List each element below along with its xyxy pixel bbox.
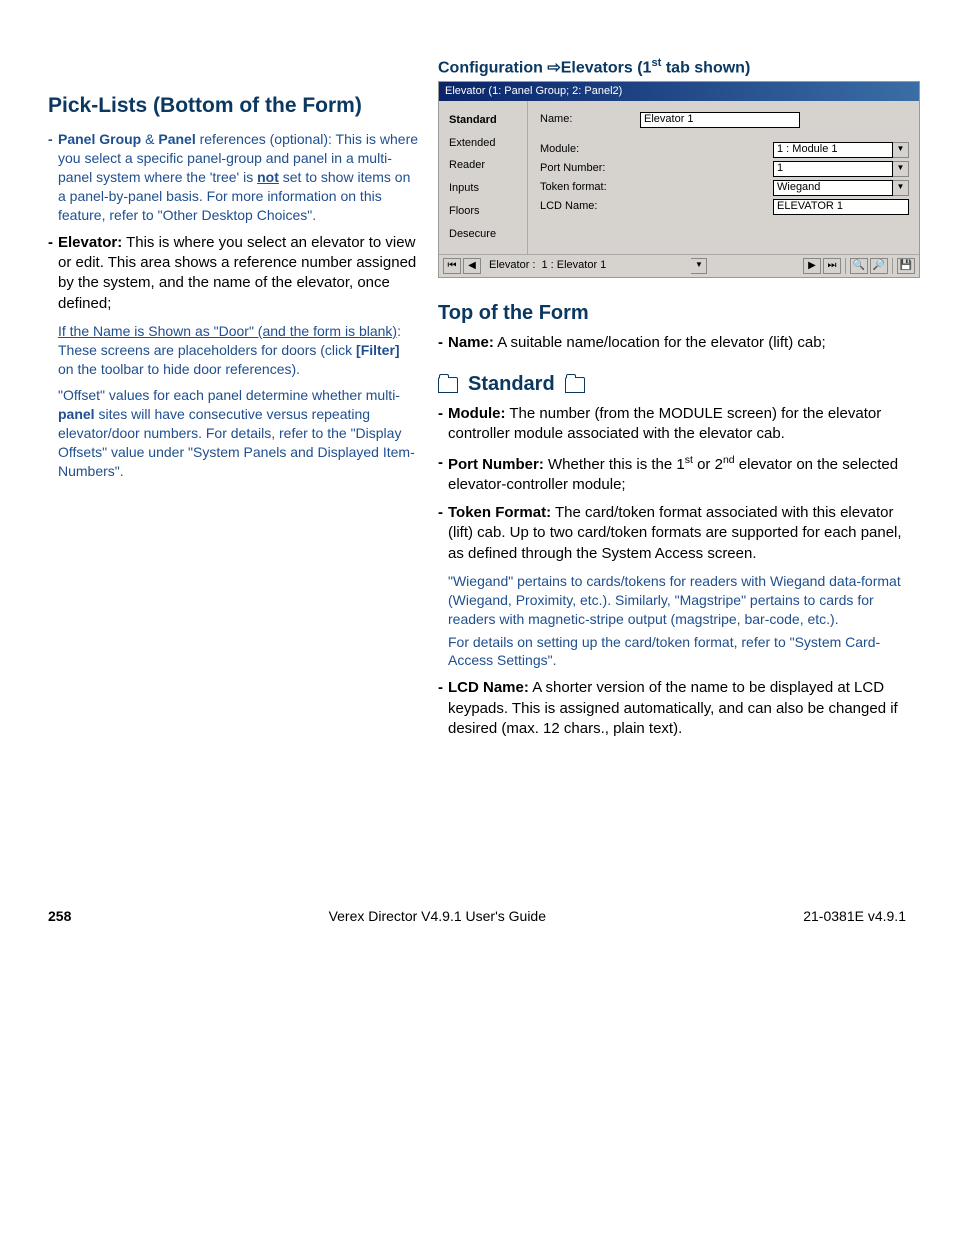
top-form-heading: Top of the Form bbox=[438, 300, 920, 327]
tab-reader[interactable]: Reader bbox=[447, 154, 523, 177]
left-column: Pick-Lists (Bottom of the Form) - Panel … bbox=[48, 56, 418, 747]
nav-next-icon[interactable]: ▶ bbox=[803, 258, 821, 274]
wiegand-note: "Wiegand" pertains to cards/tokens for r… bbox=[438, 572, 920, 629]
lcd-field[interactable]: ELEVATOR 1 bbox=[773, 199, 909, 215]
tab-desecure[interactable]: Desecure bbox=[447, 223, 523, 246]
token-dropdown-icon[interactable]: ▼ bbox=[893, 180, 909, 196]
nav-label: Elevator : bbox=[489, 258, 535, 273]
dialog-tablist: Standard Extended Reader Inputs Floors D… bbox=[439, 101, 528, 254]
token-item: - Token Format: The card/token format as… bbox=[438, 503, 920, 564]
module-field[interactable]: 1 : Module 1 bbox=[773, 142, 893, 158]
footer-right: 21-0381E v4.9.1 bbox=[803, 907, 906, 926]
panel-group-item: - Panel Group & Panel references (option… bbox=[48, 130, 418, 224]
page-footer: 258 Verex Director V4.9.1 User's Guide 2… bbox=[48, 907, 906, 926]
standard-heading: Standard bbox=[438, 371, 920, 398]
module-label: Module: bbox=[540, 142, 640, 157]
dialog-navbar: ⏮ ◀ Elevator : 1 : Elevator 1▼ ▶ ⏭ 🔍 🔎 💾 bbox=[439, 254, 919, 277]
tab-extended[interactable]: Extended bbox=[447, 132, 523, 155]
page-number: 258 bbox=[48, 907, 71, 926]
tab-standard[interactable]: Standard bbox=[447, 109, 523, 132]
port-dropdown-icon[interactable]: ▼ bbox=[893, 161, 909, 177]
name-field[interactable]: Elevator 1 bbox=[640, 112, 800, 128]
right-column: Configuration ⇨Elevators (1st tab shown)… bbox=[438, 56, 920, 747]
nav-find-icon[interactable]: 🔍 bbox=[850, 258, 868, 274]
nav-last-icon[interactable]: ⏭ bbox=[823, 258, 841, 274]
footer-center: Verex Director V4.9.1 User's Guide bbox=[329, 907, 546, 926]
elevator-dialog: Elevator (1: Panel Group; 2: Panel2) Sta… bbox=[438, 81, 920, 278]
offset-note: "Offset" values for each panel determine… bbox=[48, 386, 418, 480]
tab-floors[interactable]: Floors bbox=[447, 200, 523, 223]
nav-findnext-icon[interactable]: 🔎 bbox=[870, 258, 888, 274]
token-field[interactable]: Wiegand bbox=[773, 180, 893, 196]
nav-prev-icon[interactable]: ◀ bbox=[463, 258, 481, 274]
folder-icon bbox=[565, 377, 585, 393]
elevator-item: - Elevator: This is where you select an … bbox=[48, 233, 418, 314]
picklists-heading: Pick-Lists (Bottom of the Form) bbox=[48, 92, 418, 120]
door-note: If the Name is Shown as "Door" (and the … bbox=[48, 322, 418, 379]
nav-first-icon[interactable]: ⏮ bbox=[443, 258, 461, 274]
tab-inputs[interactable]: Inputs bbox=[447, 177, 523, 200]
config-heading: Configuration ⇨Elevators (1st tab shown) bbox=[438, 56, 920, 79]
cardaccess-note: For details on setting up the card/token… bbox=[438, 633, 920, 671]
port-field[interactable]: 1 bbox=[773, 161, 893, 177]
dialog-titlebar: Elevator (1: Panel Group; 2: Panel2) bbox=[439, 82, 919, 101]
port-label: Port Number: bbox=[540, 161, 640, 176]
lcd-label: LCD Name: bbox=[540, 199, 640, 214]
nav-field[interactable]: 1 : Elevator 1 bbox=[541, 258, 691, 274]
token-label: Token format: bbox=[540, 180, 640, 195]
name-item: - Name: A suitable name/location for the… bbox=[438, 333, 920, 353]
nav-dropdown-icon[interactable]: ▼ bbox=[691, 258, 707, 274]
module-dropdown-icon[interactable]: ▼ bbox=[893, 142, 909, 158]
lcd-item: - LCD Name: A shorter version of the nam… bbox=[438, 678, 920, 739]
nav-save-icon[interactable]: 💾 bbox=[897, 258, 915, 274]
name-label: Name: bbox=[540, 112, 640, 127]
module-item: - Module: The number (from the MODULE sc… bbox=[438, 404, 920, 445]
port-item: - Port Number: Whether this is the 1st o… bbox=[438, 453, 920, 496]
folder-icon bbox=[438, 377, 458, 393]
